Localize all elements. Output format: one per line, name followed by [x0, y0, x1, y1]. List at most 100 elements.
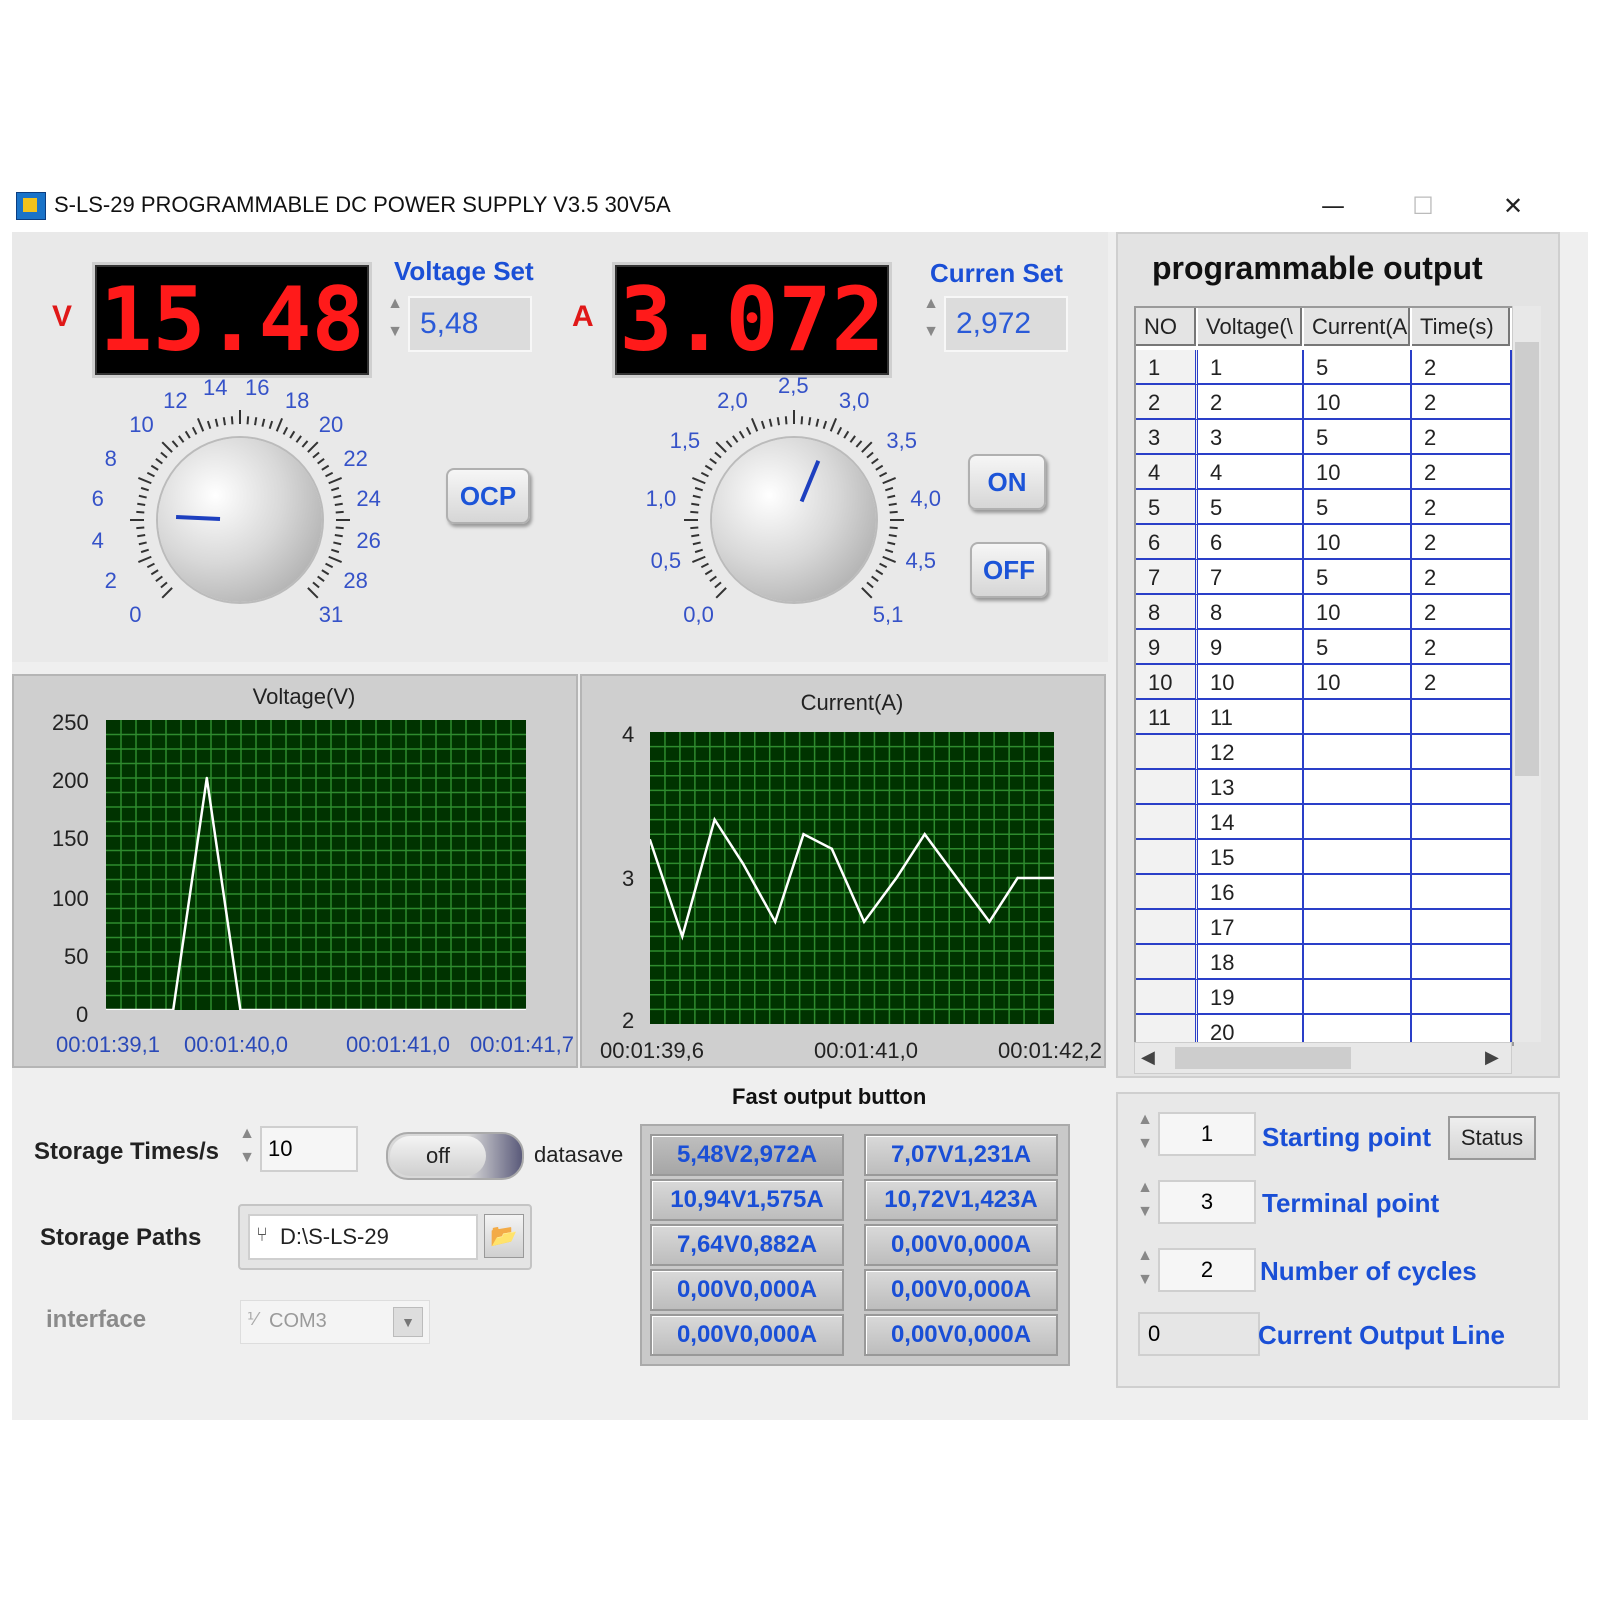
- program-table[interactable]: NO Voltage(\ Current(A Time(s) 1 1 5 2 2 2 10 2 3 3 5 2…: [1134, 306, 1514, 1046]
- table-cell[interactable]: 9: [1136, 630, 1198, 665]
- table-cell[interactable]: [1304, 805, 1412, 840]
- table-cell[interactable]: [1304, 945, 1412, 980]
- scroll-thumb[interactable]: [1175, 1047, 1351, 1069]
- on-button[interactable]: ON: [968, 454, 1046, 510]
- table-cell[interactable]: [1412, 770, 1512, 805]
- voltage-set-input[interactable]: 5,48: [408, 296, 532, 352]
- table-row[interactable]: 10 10 10 2: [1136, 665, 1512, 700]
- table-cell[interactable]: [1136, 840, 1198, 875]
- table-cell[interactable]: 15: [1198, 840, 1304, 875]
- current-set-spinner[interactable]: ▲ ▼: [920, 290, 942, 350]
- table-cell[interactable]: 8: [1198, 595, 1304, 630]
- table-row[interactable]: 1152: [1136, 350, 1512, 385]
- table-row[interactable]: 11 11: [1136, 700, 1512, 735]
- voltage-set-spinner[interactable]: ▲ ▼: [384, 290, 406, 350]
- table-cell[interactable]: 2: [1412, 420, 1512, 455]
- table-cell[interactable]: [1412, 910, 1512, 945]
- storage-times-spinner[interactable]: ▲ ▼: [236, 1122, 258, 1172]
- fast-output-button[interactable]: 0,00V0,000A: [864, 1314, 1058, 1356]
- fast-output-button[interactable]: 10,72V1,423A: [864, 1179, 1058, 1221]
- table-cell[interactable]: 4: [1198, 455, 1304, 490]
- cycles-input[interactable]: 2: [1158, 1248, 1256, 1292]
- browse-folder-icon[interactable]: 📂: [484, 1214, 524, 1258]
- table-cell[interactable]: [1304, 875, 1412, 910]
- table-cell[interactable]: [1412, 840, 1512, 875]
- table-cell[interactable]: 12: [1198, 735, 1304, 770]
- table-cell[interactable]: [1136, 875, 1198, 910]
- current-dial[interactable]: 0,0 0,5 1,0 1,5 2,0 2,5 3,0 3,5 4,0 4,5 5,1: [646, 373, 941, 660]
- table-cell[interactable]: 11: [1136, 700, 1198, 735]
- table-cell[interactable]: 10: [1304, 665, 1412, 700]
- table-cell[interactable]: 2: [1412, 350, 1512, 385]
- table-row[interactable]: 5552: [1136, 490, 1512, 525]
- table-cell[interactable]: [1304, 700, 1412, 735]
- fast-output-button[interactable]: 0,00V0,000A: [650, 1269, 844, 1311]
- table-cell[interactable]: [1412, 805, 1512, 840]
- table-cell[interactable]: 2: [1412, 595, 1512, 630]
- table-cell[interactable]: 2: [1136, 385, 1198, 420]
- fast-output-button[interactable]: 0,00V0,000A: [864, 1224, 1058, 1266]
- table-row[interactable]: 6 6 10 2: [1136, 525, 1512, 560]
- status-button[interactable]: Status: [1448, 1116, 1536, 1160]
- table-cell[interactable]: 10: [1304, 455, 1412, 490]
- current-set-input[interactable]: 2,972: [944, 296, 1068, 352]
- table-cell[interactable]: 16: [1198, 875, 1304, 910]
- table-cell[interactable]: 2: [1412, 385, 1512, 420]
- fast-output-button[interactable]: 10,94V1,575A: [650, 1179, 844, 1221]
- table-row[interactable]: 8 8 10 2: [1136, 595, 1512, 630]
- voltage-dial[interactable]: 0 2 4 6 8 10 12 14 16 18 20 22 24 26 28 31: [92, 375, 381, 660]
- table-horizontal-scrollbar[interactable]: ◀ ▶: [1134, 1042, 1512, 1074]
- table-cell[interactable]: [1304, 910, 1412, 945]
- maximize-button[interactable]: ☐: [1400, 186, 1446, 226]
- table-cell[interactable]: 2: [1412, 665, 1512, 700]
- table-cell[interactable]: [1412, 735, 1512, 770]
- table-row[interactable]: 13: [1136, 770, 1512, 805]
- table-cell[interactable]: 10: [1304, 595, 1412, 630]
- interface-select[interactable]: ⅟ COM3 ▼: [240, 1300, 430, 1344]
- table-cell[interactable]: 2: [1412, 455, 1512, 490]
- ocp-button[interactable]: OCP: [446, 468, 530, 524]
- table-cell[interactable]: 19: [1198, 980, 1304, 1015]
- table-cell[interactable]: 4: [1136, 455, 1198, 490]
- table-row[interactable]: 7752: [1136, 560, 1512, 595]
- close-button[interactable]: ✕: [1490, 186, 1536, 226]
- storage-path-input[interactable]: ⑂ D:\S-LS-29: [248, 1214, 478, 1260]
- fast-output-button[interactable]: 0,00V0,000A: [864, 1269, 1058, 1311]
- table-cell[interactable]: 5: [1304, 350, 1412, 385]
- table-cell[interactable]: 17: [1198, 910, 1304, 945]
- table-cell[interactable]: [1412, 875, 1512, 910]
- table-cell[interactable]: 2: [1198, 385, 1304, 420]
- table-cell[interactable]: [1304, 770, 1412, 805]
- table-cell[interactable]: 6: [1198, 525, 1304, 560]
- scroll-left-icon[interactable]: ◀: [1141, 1047, 1155, 1068]
- table-row[interactable]: 17: [1136, 910, 1512, 945]
- table-row[interactable]: 15: [1136, 840, 1512, 875]
- table-cell[interactable]: 11: [1198, 700, 1304, 735]
- minimize-button[interactable]: —: [1310, 186, 1356, 226]
- table-vertical-scrollbar[interactable]: [1512, 306, 1541, 1042]
- table-cell[interactable]: [1136, 980, 1198, 1015]
- table-cell[interactable]: 5: [1198, 490, 1304, 525]
- table-cell[interactable]: 5: [1136, 490, 1198, 525]
- table-cell[interactable]: 2: [1412, 490, 1512, 525]
- table-cell[interactable]: 7: [1198, 560, 1304, 595]
- fast-output-button[interactable]: 7,07V1,231A: [864, 1134, 1058, 1176]
- storage-times-input[interactable]: 10: [260, 1126, 358, 1172]
- fast-output-button[interactable]: 0,00V0,000A: [650, 1314, 844, 1356]
- table-cell[interactable]: [1304, 735, 1412, 770]
- table-cell[interactable]: 2: [1412, 525, 1512, 560]
- table-cell[interactable]: [1412, 700, 1512, 735]
- table-cell[interactable]: [1412, 980, 1512, 1015]
- scroll-thumb[interactable]: [1515, 342, 1539, 776]
- table-row[interactable]: 3352: [1136, 420, 1512, 455]
- table-cell[interactable]: 10: [1136, 665, 1198, 700]
- table-cell[interactable]: [1304, 980, 1412, 1015]
- table-row[interactable]: 14: [1136, 805, 1512, 840]
- table-cell[interactable]: 2: [1412, 630, 1512, 665]
- starting-point-spinner[interactable]: ▲ ▼: [1134, 1108, 1156, 1158]
- table-cell[interactable]: 5: [1304, 420, 1412, 455]
- table-cell[interactable]: [1304, 840, 1412, 875]
- table-cell[interactable]: 18: [1198, 945, 1304, 980]
- table-cell[interactable]: 13: [1198, 770, 1304, 805]
- table-cell[interactable]: [1136, 770, 1198, 805]
